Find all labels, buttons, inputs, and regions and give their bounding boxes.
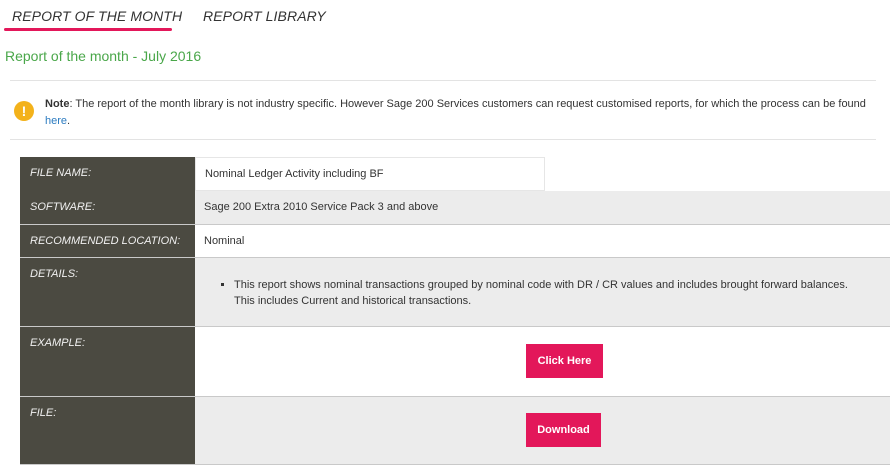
- file-value: Download: [195, 397, 890, 464]
- list-item: This report shows nominal transactions g…: [234, 277, 864, 309]
- row-filler: [545, 157, 890, 191]
- table-row-file: FILE: Download: [20, 397, 890, 465]
- software-value: Sage 200 Extra 2010 Service Pack 3 and a…: [195, 191, 890, 224]
- click-here-button[interactable]: Click Here: [526, 344, 603, 378]
- table-row-details: DETAILS: This report shows nominal trans…: [20, 258, 890, 327]
- table-row-location: RECOMMENDED LOCATION: Nominal: [20, 225, 890, 258]
- page-title: Report of the month - July 2016: [5, 48, 202, 64]
- table-row-example: EXAMPLE: Click Here: [20, 327, 890, 397]
- location-value: Nominal: [195, 225, 890, 257]
- row-label: FILE:: [20, 397, 195, 464]
- table-row-file-name: FILE NAME: Nominal Ledger Activity inclu…: [20, 157, 890, 191]
- tab-bar: REPORT OF THE MONTH REPORT LIBRARY: [0, 0, 890, 34]
- details-list: This report shows nominal transactions g…: [204, 268, 864, 309]
- active-tab-indicator: [4, 28, 172, 31]
- divider: [10, 139, 876, 140]
- row-label: FILE NAME:: [20, 157, 195, 191]
- here-link[interactable]: here: [45, 115, 67, 127]
- row-label: SOFTWARE:: [20, 191, 195, 224]
- download-button[interactable]: Download: [526, 413, 601, 447]
- tab-report-of-the-month[interactable]: REPORT OF THE MONTH: [12, 8, 182, 24]
- tab-report-library[interactable]: REPORT LIBRARY: [203, 8, 326, 24]
- report-details-table: FILE NAME: Nominal Ledger Activity inclu…: [20, 157, 890, 465]
- note-end: .: [67, 115, 71, 127]
- example-value: Click Here: [195, 327, 890, 396]
- exclamation-icon: !: [14, 101, 34, 121]
- table-row-software: SOFTWARE: Sage 200 Extra 2010 Service Pa…: [20, 191, 890, 225]
- divider: [10, 80, 876, 81]
- row-label: EXAMPLE:: [20, 327, 195, 396]
- note-label: Note: [45, 98, 70, 110]
- note-body: : The report of the month library is not…: [69, 98, 866, 110]
- file-name-value: Nominal Ledger Activity including BF: [195, 157, 545, 191]
- row-label: DETAILS:: [20, 258, 195, 326]
- details-value: This report shows nominal transactions g…: [195, 258, 890, 326]
- row-label: RECOMMENDED LOCATION:: [20, 225, 195, 257]
- note-text: Note: The report of the month library is…: [45, 96, 870, 130]
